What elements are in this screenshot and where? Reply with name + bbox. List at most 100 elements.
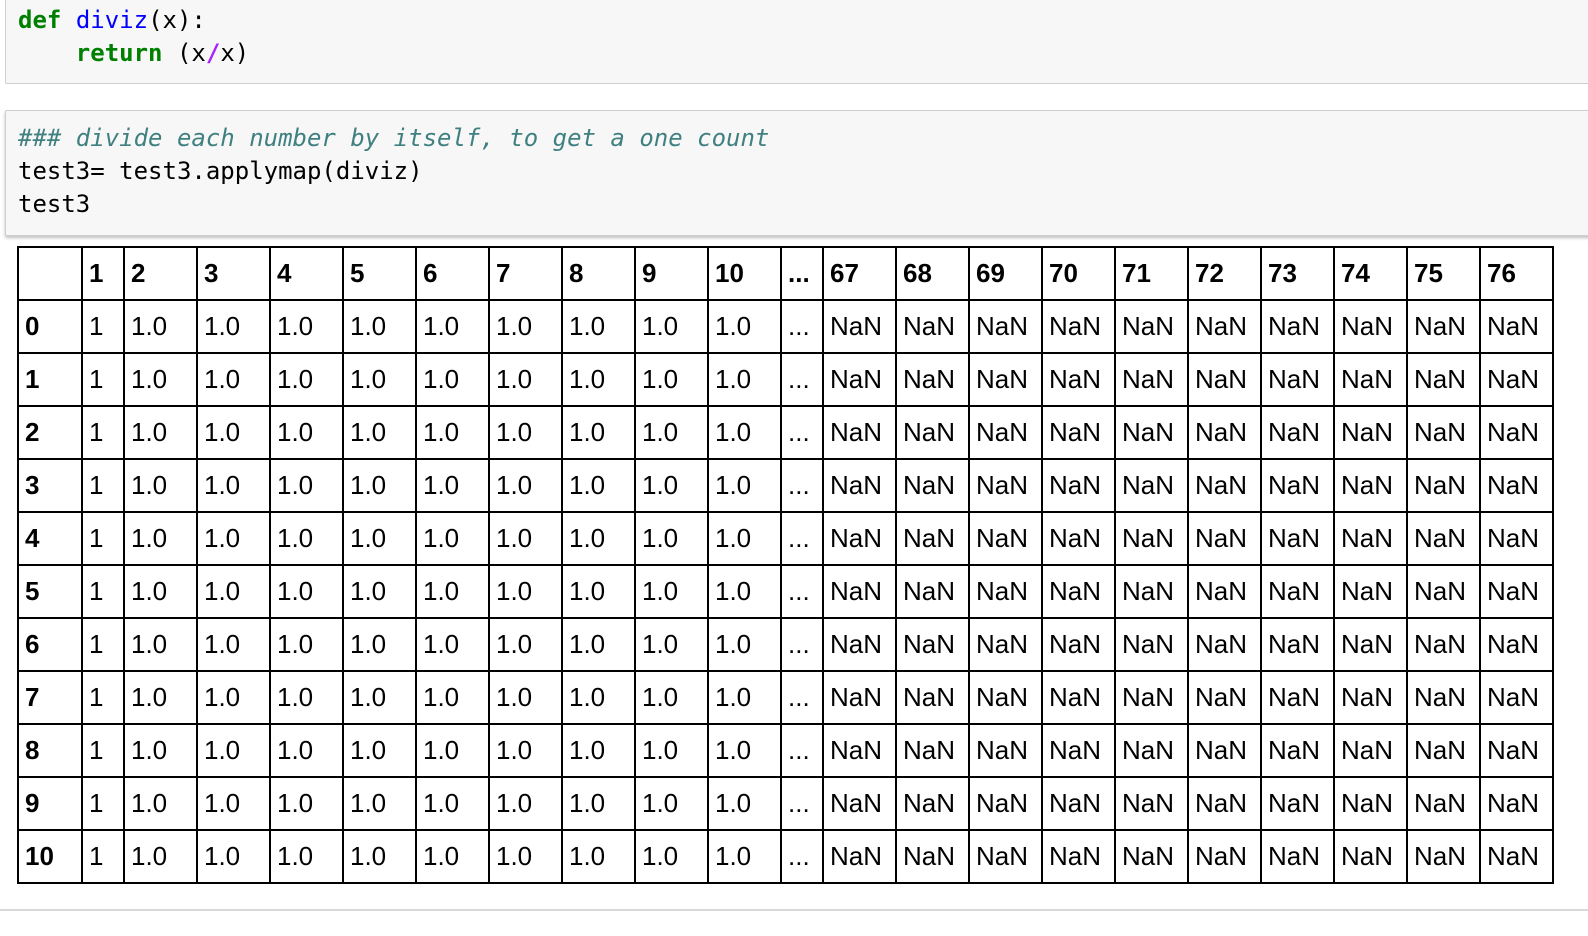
table-cell: NaN [1041,670,1116,725]
table-cell: 1.0 [561,776,636,831]
table-cell: 1.0 [269,299,344,354]
table-cell: 1.0 [196,776,271,831]
column-header: 3 [196,246,271,301]
table-cell: 1.0 [561,670,636,725]
table-cell: NaN [1114,458,1189,513]
table-cell: NaN [822,352,897,407]
table-cell: NaN [1114,829,1189,884]
table-cell: NaN [1333,405,1408,460]
table-cell: 1.0 [269,617,344,672]
table-cell: NaN [1479,670,1554,725]
code-token: test3= test3.applymap(diviz) [18,157,423,185]
table-cell: NaN [1041,458,1116,513]
code-line: test3 [18,188,1588,221]
table-cell: NaN [1333,458,1408,513]
table-cell: 1.0 [707,405,782,460]
table-cell: NaN [1187,352,1262,407]
table-cell: 1.0 [707,564,782,619]
table-cell: NaN [822,723,897,778]
table-cell: NaN [968,511,1043,566]
table-row: 8 1 1.0 1.0 1.0 1.0 1.0 1.0 1.0 1.0 1.0... NaN NaN Na… [17,723,1554,778]
table-cell: NaN [895,829,970,884]
table-cell: ... [780,352,824,407]
table-cell: NaN [1479,776,1554,831]
table-cell: NaN [895,511,970,566]
table-cell: NaN [1333,829,1408,884]
table-cell: 1.0 [561,564,636,619]
table-cell: 1.0 [123,405,198,460]
table-cell: 1 [81,776,125,831]
table-cell: 1.0 [488,829,563,884]
table-cell: NaN [822,670,897,725]
column-header: 8 [561,246,636,301]
column-header: 70 [1041,246,1116,301]
table-cell: NaN [1260,352,1335,407]
table-cell: 1 [81,723,125,778]
table-cell: NaN [1114,564,1189,619]
column-header: 73 [1260,246,1335,301]
table-cell: 1 [81,299,125,354]
table-cell: 1.0 [415,405,490,460]
table-cell: NaN [1406,670,1481,725]
table-cell: 1.0 [707,617,782,672]
table-cell: NaN [1406,776,1481,831]
row-index: 0 [17,299,83,354]
table-cell: 1.0 [707,458,782,513]
row-index: 3 [17,458,83,513]
table-cell: 1.0 [123,299,198,354]
table-cell: NaN [895,723,970,778]
table-cell: NaN [968,299,1043,354]
table-cell: 1.0 [415,299,490,354]
column-header: 72 [1187,246,1262,301]
table-cell: 1.0 [269,511,344,566]
table-cell: 1.0 [123,511,198,566]
table-cell: 1.0 [634,564,709,619]
index-header-corner [17,246,83,301]
table-cell: NaN [1114,511,1189,566]
table-cell: 1.0 [196,617,271,672]
table-cell: 1.0 [561,405,636,460]
table-cell: ... [780,829,824,884]
table-cell: NaN [895,405,970,460]
bottom-fade [0,898,1588,936]
table-cell: NaN [1479,564,1554,619]
table-cell: NaN [1333,564,1408,619]
table-cell: NaN [1041,829,1116,884]
table-cell: NaN [1187,405,1262,460]
column-header: 4 [269,246,344,301]
table-cell: 1.0 [634,405,709,460]
table-cell: 1.0 [269,829,344,884]
table-cell: NaN [1041,299,1116,354]
table-cell: NaN [1333,299,1408,354]
table-cell: 1.0 [123,829,198,884]
table-cell: 1.0 [196,405,271,460]
table-cell: 1.0 [196,352,271,407]
table-row: 7 1 1.0 1.0 1.0 1.0 1.0 1.0 1.0 1.0 1.0... NaN NaN Na… [17,670,1554,725]
table-cell: NaN [1260,670,1335,725]
table-cell: 1 [81,670,125,725]
column-header: 1 [81,246,125,301]
table-cell: 1.0 [415,670,490,725]
table-cell: 1.0 [634,776,709,831]
table-cell: 1.0 [342,511,417,566]
dataframe-table: 1 2 3 4 5 6 7 8 9 10... 67 68 69 70 71 72 73 74 75 76 0 1 1.0… [17,246,1554,884]
table-cell: 1.0 [488,299,563,354]
table-cell: NaN [895,617,970,672]
table-cell: NaN [1114,352,1189,407]
table-cell: NaN [895,776,970,831]
table-cell: 1.0 [415,458,490,513]
code-cell-applymap[interactable]: ### divide each number by itself, to get… [5,110,1588,236]
table-cell: ... [780,723,824,778]
output-area[interactable]: 1 2 3 4 5 6 7 8 9 10... 67 68 69 70 71 72 73 74 75 76 0 1 1.0… [17,246,1588,898]
table-cell: ... [780,299,824,354]
table-cell: 1.0 [342,405,417,460]
table-cell: 1.0 [634,617,709,672]
table-cell: NaN [1114,299,1189,354]
table-cell: NaN [1260,458,1335,513]
table-cell: NaN [895,458,970,513]
table-cell: 1.0 [269,776,344,831]
table-cell: NaN [822,829,897,884]
code-cell-def-diviz[interactable]: def diviz(x): return (x/x) [5,0,1588,84]
code-token: x) [220,39,250,67]
